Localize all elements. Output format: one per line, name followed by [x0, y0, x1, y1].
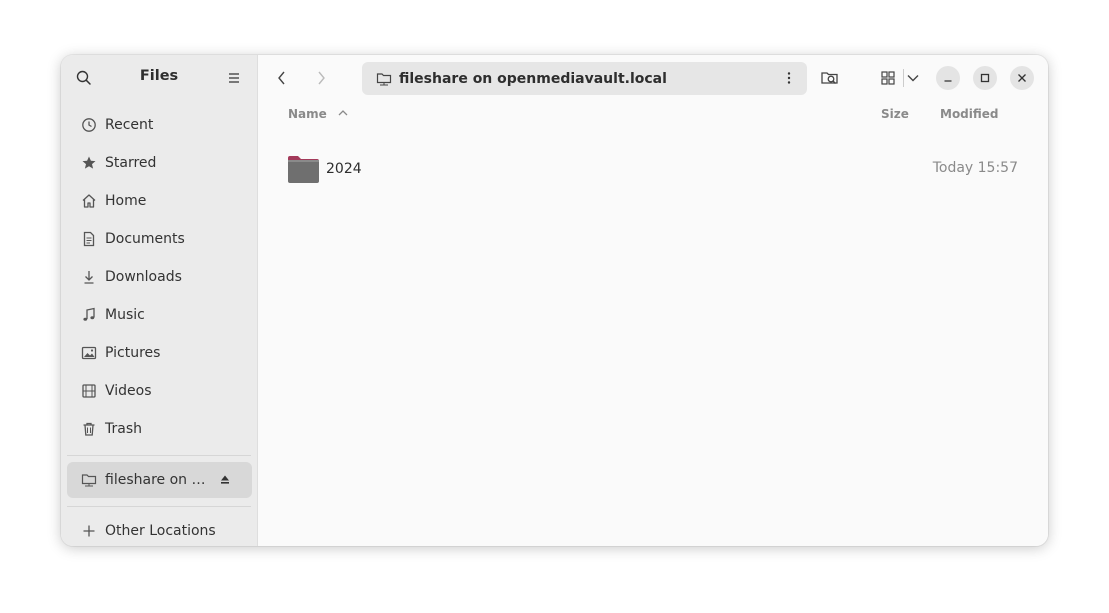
sidebar-item-documents[interactable]: Documents	[61, 220, 257, 258]
chevron-left-icon	[278, 71, 285, 85]
sort-ascending-icon	[338, 110, 348, 116]
clock-icon	[80, 116, 98, 134]
folder-search-icon	[821, 72, 838, 84]
document-icon	[80, 230, 98, 248]
maximize-button[interactable]	[973, 66, 997, 90]
video-icon	[80, 382, 98, 400]
sidebar-item-label: Music	[105, 307, 145, 323]
close-icon	[1018, 74, 1026, 82]
sidebar-item-other-locations[interactable]: Other Locations	[61, 512, 257, 546]
maximize-icon	[980, 73, 990, 83]
column-header-label: Name	[288, 107, 327, 121]
sidebar-item-label: Home	[105, 193, 147, 209]
forward-button[interactable]	[310, 67, 332, 89]
grid-icon	[881, 71, 895, 85]
chevron-down-icon	[907, 75, 919, 82]
download-icon	[80, 268, 98, 286]
sidebar-places: Recent Starred Home Documents Downloads …	[61, 106, 257, 448]
column-header-name[interactable]: Name	[288, 107, 349, 121]
column-header-size[interactable]: Size	[881, 107, 909, 121]
sidebar-item-label: Other Locations	[105, 523, 216, 539]
location-bar[interactable]: fileshare on openmediavault.local	[362, 62, 807, 95]
minimize-icon	[944, 80, 952, 82]
sidebar-item-label: Recent	[105, 117, 154, 133]
sidebar-item-pictures[interactable]: Pictures	[61, 334, 257, 372]
sidebar-divider	[67, 455, 251, 456]
sidebar-item-label: fileshare on …	[105, 472, 206, 488]
grid-view-button[interactable]	[877, 67, 899, 89]
sidebar-item-fileshare[interactable]: fileshare on …	[67, 462, 252, 498]
sidebar-item-music[interactable]: Music	[61, 296, 257, 334]
eject-icon[interactable]	[218, 473, 232, 487]
location-path: fileshare on openmediavault.local	[399, 70, 667, 87]
sidebar-item-starred[interactable]: Starred	[61, 144, 257, 182]
file-row[interactable]: 2024 Today 15:57	[258, 147, 1048, 191]
plus-icon	[80, 522, 98, 540]
network-folder-icon	[375, 70, 393, 88]
minimize-button[interactable]	[936, 66, 960, 90]
sidebar-item-videos[interactable]: Videos	[61, 372, 257, 410]
home-icon	[80, 192, 98, 210]
sidebar-item-label: Starred	[105, 155, 157, 171]
chevron-right-icon	[318, 71, 325, 85]
files-window: Files Recent Starred Home Documents Down…	[61, 55, 1048, 546]
menu-icon[interactable]	[225, 69, 243, 87]
column-header-modified[interactable]: Modified	[940, 107, 999, 121]
sidebar-item-label: Downloads	[105, 269, 182, 285]
sidebar-item-label: Documents	[105, 231, 185, 247]
picture-icon	[80, 344, 98, 362]
trash-icon	[80, 420, 98, 438]
music-icon	[80, 306, 98, 324]
sidebar-item-label: Pictures	[105, 345, 161, 361]
search-files-button[interactable]	[819, 67, 841, 89]
sidebar: Files Recent Starred Home Documents Down…	[61, 55, 258, 546]
sidebar-item-trash[interactable]: Trash	[61, 410, 257, 448]
view-options-button[interactable]	[902, 67, 924, 89]
file-modified: Today 15:57	[932, 160, 1018, 176]
network-folder-icon	[80, 471, 98, 489]
folder-icon	[287, 154, 320, 184]
sidebar-item-label: Trash	[105, 421, 142, 437]
file-name: 2024	[326, 161, 362, 177]
star-icon	[80, 154, 98, 172]
sidebar-divider	[67, 506, 251, 507]
back-button[interactable]	[271, 67, 293, 89]
sidebar-item-downloads[interactable]: Downloads	[61, 258, 257, 296]
sidebar-item-label: Videos	[105, 383, 152, 399]
sidebar-header: Files	[61, 55, 257, 101]
close-button[interactable]	[1010, 66, 1034, 90]
more-options-icon[interactable]	[781, 70, 797, 86]
main-view: fileshare on openmediavault.local Name S…	[258, 55, 1048, 546]
sidebar-item-recent[interactable]: Recent	[61, 106, 257, 144]
sidebar-item-home[interactable]: Home	[61, 182, 257, 220]
